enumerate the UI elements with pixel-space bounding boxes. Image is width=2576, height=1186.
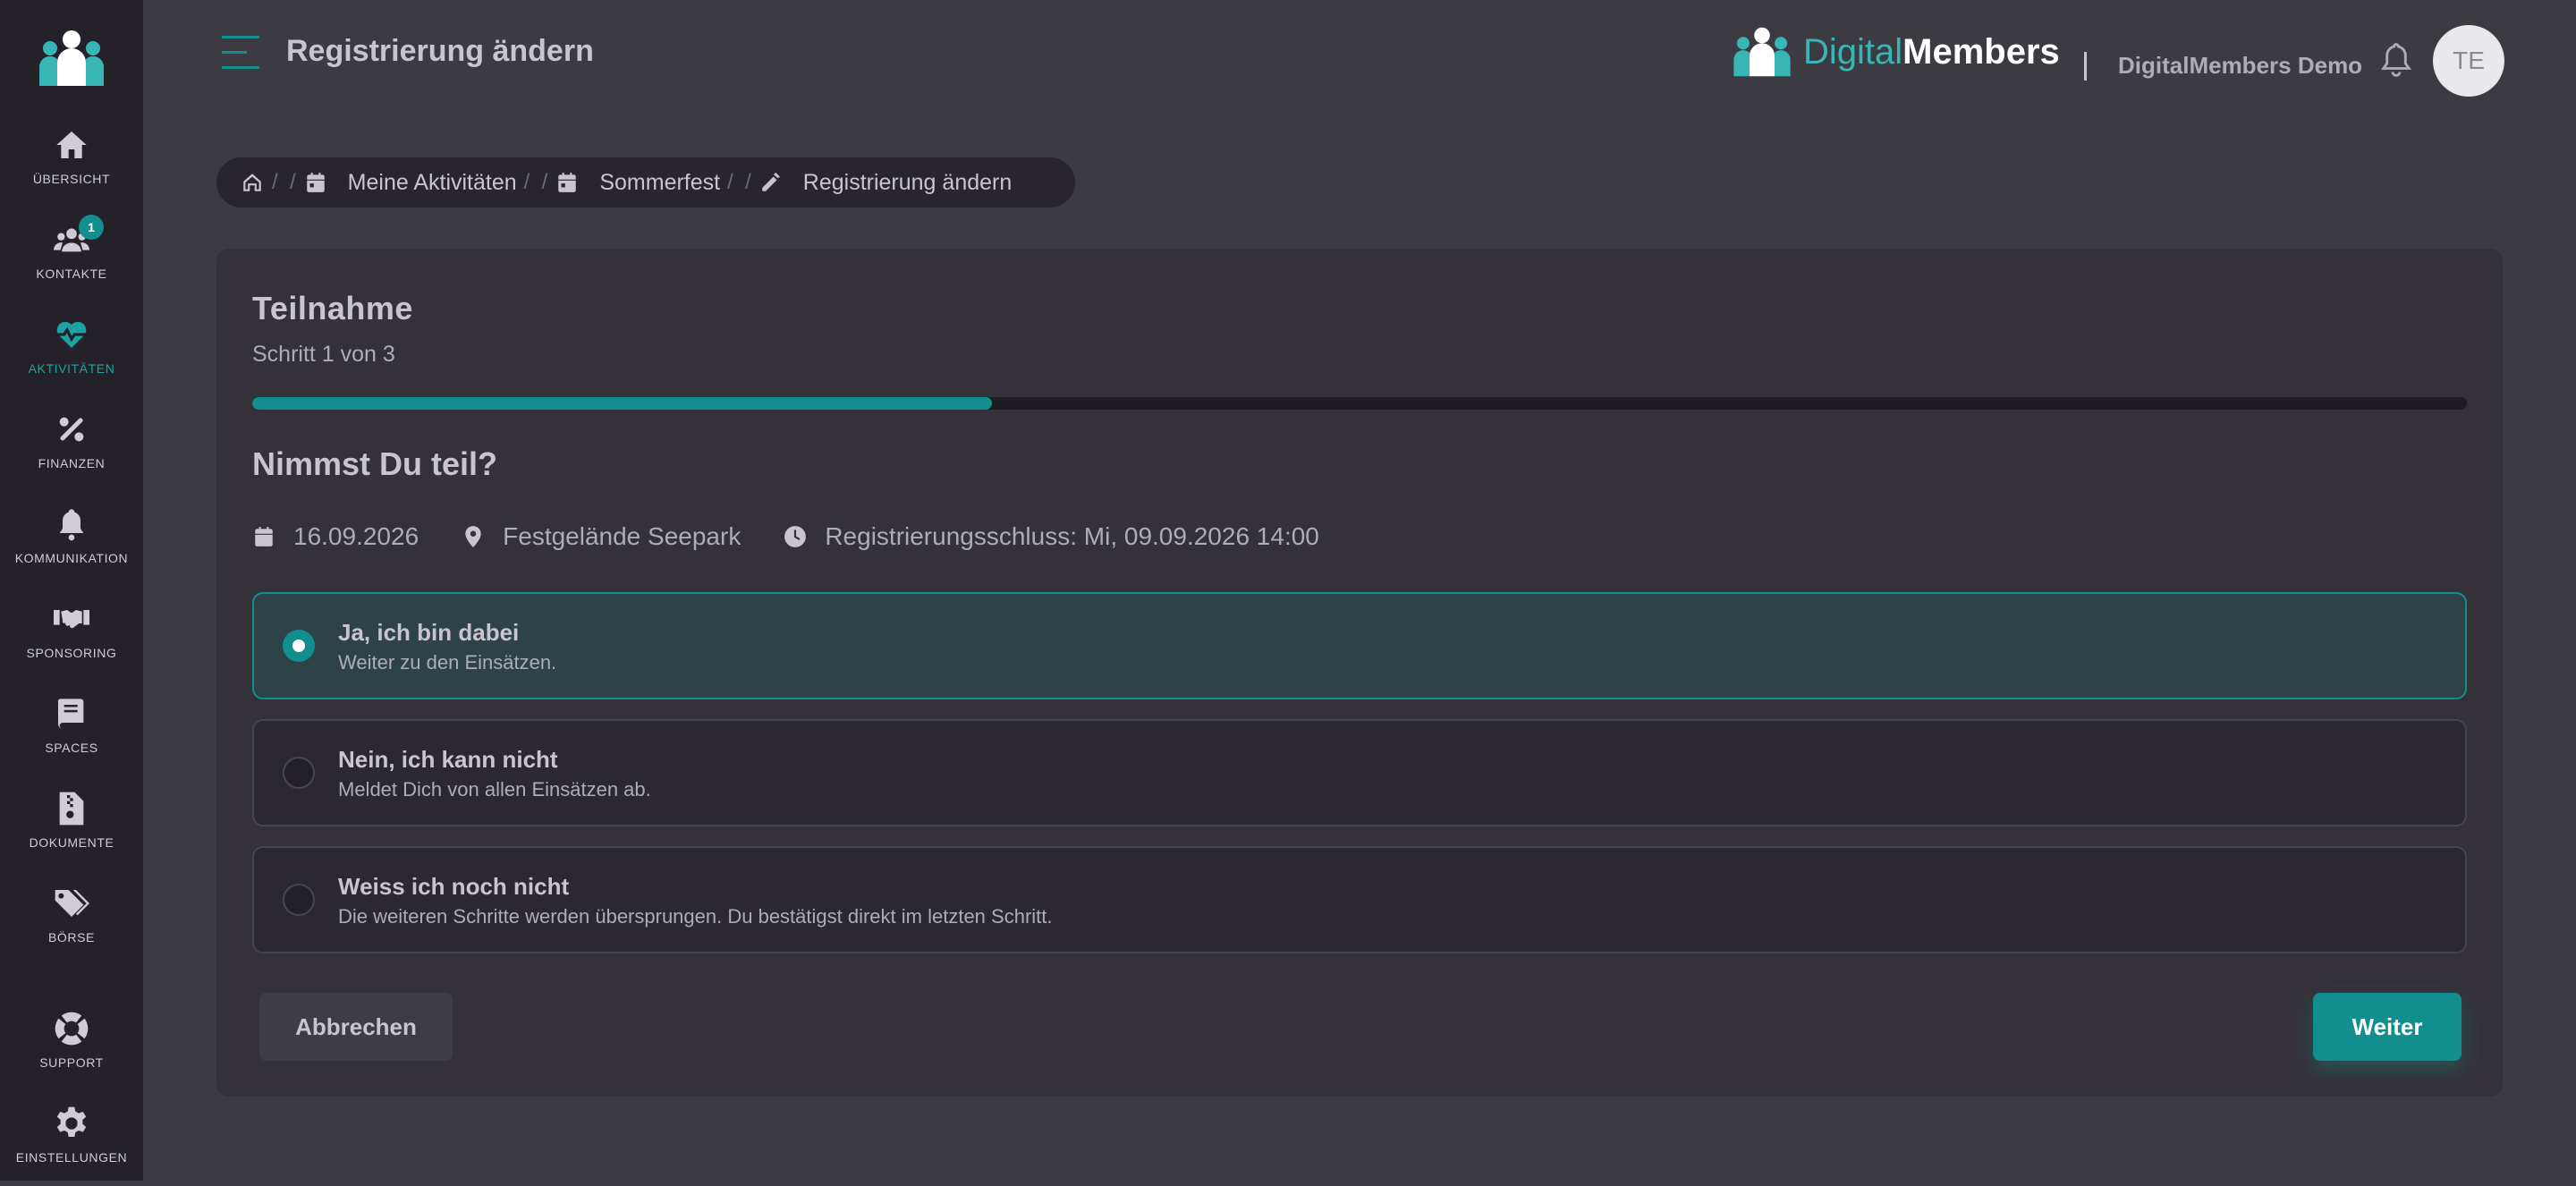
sidebar-item-label: SPONSORING	[26, 646, 117, 660]
page-title: Registrierung ändern	[286, 34, 594, 68]
registration-card: Teilnahme Schritt 1 von 3 Nimmst Du teil…	[216, 249, 2503, 1097]
breadcrumb-separator: / /	[272, 170, 296, 194]
option-description: Weiter zu den Einsätzen.	[338, 651, 557, 673]
radio-button[interactable]	[283, 884, 315, 916]
next-button[interactable]: Weiter	[2313, 993, 2462, 1061]
sidebar-item-dokumente[interactable]: DOKUMENTE	[0, 789, 143, 871]
sidebar-item-label: DOKUMENTE	[29, 835, 114, 850]
lifebuoy-icon	[55, 1012, 89, 1046]
sidebar-item-sponsoring[interactable]: SPONSORING	[0, 599, 143, 682]
card-title: Teilnahme	[252, 290, 413, 326]
file-archive-icon	[59, 792, 84, 826]
sidebar-item-label: BÖRSE	[47, 930, 95, 945]
calendar-icon	[303, 170, 328, 195]
sidebar-item-label: FINANZEN	[38, 456, 106, 470]
book-icon	[57, 699, 84, 729]
notifications-bell-icon[interactable]	[2379, 41, 2413, 79]
option-description: Die weiteren Schritte werden übersprunge…	[338, 905, 1053, 928]
registration-deadline: Registrierungsschluss: Mi, 09.09.2026 14…	[825, 522, 1319, 550]
calendar-icon	[255, 527, 273, 546]
sidebar-item-boerse[interactable]: BÖRSE	[0, 884, 143, 966]
pencil-icon	[758, 170, 784, 195]
breadcrumb-item-current: Registrierung ändern	[802, 169, 1013, 195]
event-date: 16.09.2026	[293, 522, 419, 550]
calendar-icon	[555, 170, 580, 195]
breadcrumb-separator: / /	[727, 170, 751, 194]
sidebar-item-uebersicht[interactable]: ÜBERSICHT	[0, 125, 143, 208]
breadcrumb-separator: / /	[523, 170, 548, 194]
sidebar-item-support[interactable]: SUPPORT	[0, 1009, 143, 1091]
sidebar-item-kommunikation[interactable]: KOMMUNIKATION	[0, 504, 143, 587]
percent-icon	[59, 417, 84, 442]
home-icon	[56, 131, 87, 158]
home-outline-icon	[243, 174, 261, 191]
user-avatar[interactable]: TE	[2433, 25, 2504, 97]
sidebar-item-label: KONTAKTE	[36, 267, 107, 281]
option-no[interactable]: Nein, ich kann nicht Meldet Dich von all…	[252, 719, 2467, 826]
notification-badge: 1	[79, 215, 104, 240]
progress-bar	[252, 397, 2467, 410]
radio-button[interactable]	[283, 757, 315, 789]
breadcrumb-item-meine-aktivitaeten[interactable]: Meine Aktivitäten	[348, 170, 517, 196]
option-label: Ja, ich bin dabei	[338, 619, 520, 646]
option-yes[interactable]: Ja, ich bin dabei Weiter zu den Einsätze…	[252, 592, 2467, 699]
progress-bar-fill	[252, 397, 992, 410]
heart-pulse-icon	[55, 321, 89, 348]
sidebar: ÜBERSICHT KONTAKTE 1 AKTIVITÄTEN FINANZE…	[0, 0, 143, 1181]
header-divider	[2084, 52, 2087, 80]
sidebar-item-label: AKTIVITÄTEN	[28, 361, 115, 376]
radio-button[interactable]	[283, 630, 315, 662]
map-pin-icon	[465, 526, 481, 547]
sidebar-item-spaces[interactable]: SPACES	[0, 694, 143, 776]
sidebar-item-label: KOMMUNIKATION	[14, 551, 129, 565]
breadcrumb-home[interactable]	[240, 170, 265, 195]
sidebar-item-label: ÜBERSICHT	[32, 172, 111, 186]
sidebar-item-label: SPACES	[45, 741, 98, 755]
sidebar-item-kontakte[interactable]: KONTAKTE 1	[0, 215, 143, 302]
tags-icon	[55, 890, 89, 917]
sidebar-item-aktivitaeten[interactable]: AKTIVITÄTEN	[0, 315, 143, 397]
brand-logo: DigitalMembers	[1730, 23, 2060, 80]
event-location: Festgelände Seepark	[503, 522, 741, 550]
step-indicator: Schritt 1 von 3	[252, 342, 395, 367]
option-maybe[interactable]: Weiss ich noch nicht Die weiteren Schrit…	[252, 846, 2467, 953]
bell-icon	[59, 509, 84, 541]
option-label: Weiss ich noch nicht	[338, 873, 570, 900]
app-logo-icon[interactable]	[38, 29, 106, 88]
sidebar-item-label: EINSTELLUNGEN	[15, 1150, 128, 1165]
option-description: Meldet Dich von allen Einsätzen ab.	[338, 778, 651, 801]
event-meta: 16.09.2026 Festgelände Seepark Registrie…	[252, 522, 1362, 551]
organization-name[interactable]: DigitalMembers Demo	[2118, 52, 2362, 80]
option-label: Nein, ich kann nicht	[338, 746, 558, 773]
clock-icon	[784, 526, 807, 547]
breadcrumb: / / Meine Aktivitäten / / Sommerfest / /…	[216, 157, 1075, 208]
sidebar-item-label: SUPPORT	[39, 1055, 104, 1070]
brand-logo-icon	[1733, 27, 1791, 77]
menu-toggle-icon[interactable]	[222, 34, 259, 72]
gear-icon	[56, 1106, 87, 1137]
question-heading: Nimmst Du teil?	[252, 445, 498, 482]
brand-name: DigitalMembers	[1803, 31, 2060, 72]
sidebar-item-einstellungen[interactable]: EINSTELLUNGEN	[0, 1104, 143, 1186]
handshake-icon	[54, 610, 89, 629]
breadcrumb-item-sommerfest[interactable]: Sommerfest	[599, 170, 720, 196]
cancel-button[interactable]: Abbrechen	[259, 993, 453, 1061]
sidebar-item-finanzen[interactable]: FINANZEN	[0, 410, 143, 492]
